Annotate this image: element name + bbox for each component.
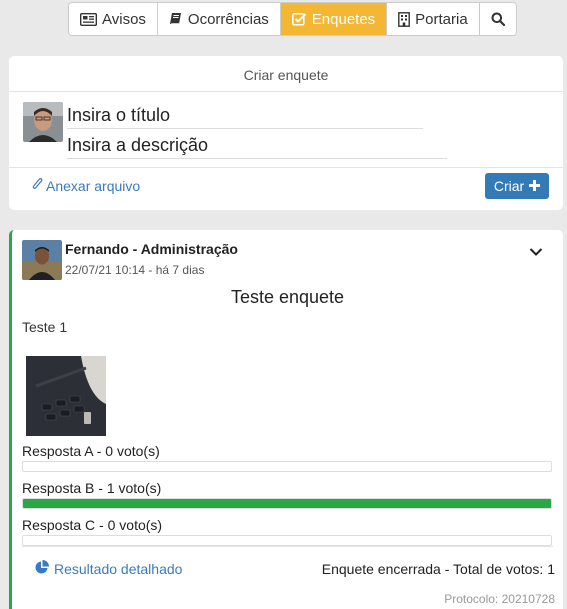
chevron-down-icon[interactable] bbox=[529, 244, 543, 262]
option-name: Resposta C bbox=[22, 517, 96, 533]
poll-description: Teste 1 bbox=[22, 319, 68, 335]
poll-attachment-image[interactable] bbox=[26, 356, 106, 436]
poll-option-a: Resposta A - 0 voto(s) bbox=[22, 443, 160, 459]
option-bar-fill bbox=[23, 499, 551, 508]
post-author: Fernando - Administração bbox=[65, 241, 238, 257]
paperclip-icon bbox=[32, 177, 43, 194]
nav-tab-label: Enquetes bbox=[311, 10, 376, 28]
option-votes: 0 voto(s) bbox=[105, 443, 160, 459]
post-date: 22/07/21 10:14 - há 7 dias bbox=[65, 263, 205, 277]
top-nav: Avisos Ocorrências Enquetes Portaria bbox=[68, 2, 517, 36]
nav-tab-avisos[interactable]: Avisos bbox=[69, 3, 158, 35]
option-votes: 0 voto(s) bbox=[107, 517, 163, 533]
book-icon bbox=[169, 12, 183, 26]
create-poll-header: Criar enquete bbox=[9, 56, 563, 92]
detailed-result-link[interactable]: Resultado detalhado bbox=[35, 560, 182, 577]
poll-total-votes: Total de votos: 1 bbox=[453, 561, 555, 577]
author-avatar bbox=[22, 240, 62, 280]
create-poll-card: Criar enquete Insira o título Insira a d… bbox=[9, 56, 563, 210]
poll-option-c-bar bbox=[22, 535, 552, 546]
nav-tab-label: Portaria bbox=[415, 10, 468, 28]
attach-file-label: Anexar arquivo bbox=[46, 177, 141, 194]
newspaper-icon bbox=[80, 12, 97, 26]
poll-status: Enquete encerrada - Total de votos: 1 bbox=[321, 561, 555, 577]
poll-option-c: Resposta C - 0 voto(s) bbox=[22, 517, 163, 533]
search-button[interactable] bbox=[480, 3, 516, 35]
nav-tab-enquetes[interactable]: Enquetes bbox=[280, 3, 388, 35]
protocol-number: Protocolo: 20210728 bbox=[444, 592, 555, 606]
option-name: Resposta A bbox=[22, 443, 93, 459]
nav-tab-ocorrencias[interactable]: Ocorrências bbox=[158, 3, 281, 35]
plus-icon bbox=[529, 178, 541, 194]
attach-file-link[interactable]: Anexar arquivo bbox=[32, 177, 140, 194]
building-icon bbox=[398, 11, 411, 27]
poll-option-b: Resposta B - 1 voto(s) bbox=[22, 480, 162, 496]
check-square-icon bbox=[291, 12, 307, 26]
nav-tab-label: Ocorrências bbox=[187, 10, 269, 28]
divider bbox=[22, 546, 553, 547]
nav-tab-portaria[interactable]: Portaria bbox=[387, 3, 480, 35]
poll-status-label: Enquete encerrada bbox=[321, 561, 441, 577]
create-poll-button-label: Criar bbox=[493, 178, 525, 194]
detailed-result-label: Resultado detalhado bbox=[54, 560, 183, 577]
option-votes: 1 voto(s) bbox=[106, 480, 162, 496]
create-poll-button[interactable]: Criar bbox=[485, 173, 549, 199]
poll-title: Teste enquete bbox=[230, 287, 345, 307]
search-icon bbox=[491, 12, 505, 26]
avatar bbox=[23, 102, 63, 142]
poll-option-b-bar bbox=[22, 498, 552, 509]
poll-description-input[interactable]: Insira a descrição bbox=[67, 133, 447, 159]
option-name: Resposta B bbox=[22, 480, 95, 496]
pie-chart-icon bbox=[35, 560, 49, 577]
divider bbox=[9, 167, 563, 168]
nav-tab-label: Avisos bbox=[102, 10, 146, 28]
poll-option-a-bar bbox=[22, 461, 552, 472]
poll-title-input[interactable]: Insira o título bbox=[67, 103, 423, 129]
poll-post-card: Fernando - Administração 22/07/21 10:14 … bbox=[9, 230, 563, 609]
